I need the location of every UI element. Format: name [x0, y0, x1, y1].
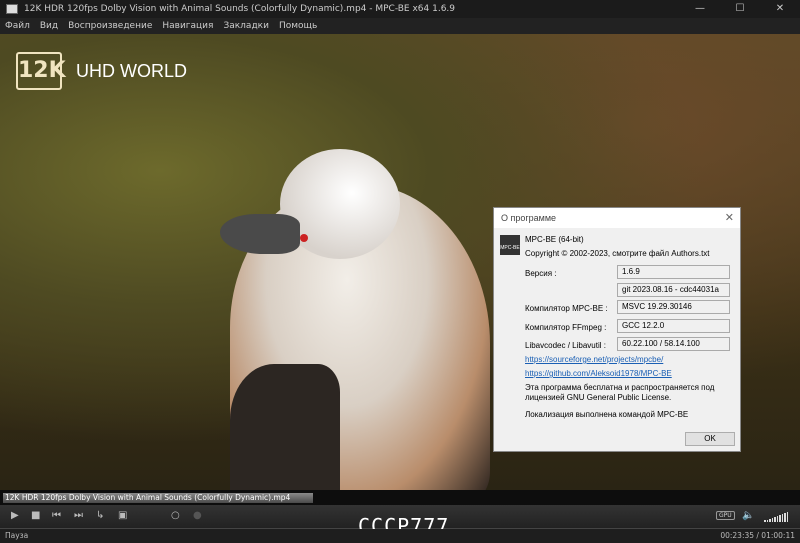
menu-file[interactable]: Файл [5, 21, 30, 31]
libav-field[interactable]: 60.22.100 / 58.14.100 [617, 337, 730, 351]
maximize-button[interactable]: ☐ [720, 0, 760, 18]
sourceforge-link[interactable]: https://sourceforge.net/projects/mpcbe/ [525, 355, 663, 364]
next-button[interactable]: ⏭ [74, 510, 83, 521]
license-line1: Эта программа бесплатна и распространяет… [525, 383, 715, 392]
menu-bar: Файл Вид Воспроизведение Навигация Закла… [0, 18, 800, 34]
logo-text: UHD WORLD [76, 60, 187, 81]
compiler-field[interactable]: MSVC 19.29.30146 [617, 300, 730, 314]
subtitle-icon[interactable]: ▣ [118, 510, 127, 521]
about-dialog: О программе ✕ MPC-BE MPC-BE (64-bit) Cop… [493, 207, 741, 452]
close-button[interactable]: ✕ [760, 0, 800, 18]
channel-logo: 12K UHD WORLD [16, 52, 187, 90]
libav-label: Libavcodec / Libavutil : [525, 341, 606, 350]
menu-help[interactable]: Помощь [279, 21, 317, 31]
localization: Локализация выполнена командой MPC-BE [525, 410, 689, 419]
status-bar: Пауза 00:23:35 / 01:00:11 [0, 529, 800, 543]
menu-view[interactable]: Вид [40, 21, 58, 31]
git-field[interactable]: git 2023.08.16 - cdc44031a [617, 283, 730, 297]
volume-slider[interactable] [764, 512, 788, 522]
time-display: 00:23:35 / 01:00:11 [720, 531, 795, 540]
title-bar: 12K HDR 120fps Dolby Vision with Animal … [0, 0, 800, 18]
version-field[interactable]: 1.6.9 [617, 265, 730, 279]
volume-icon[interactable]: 🔈 [742, 510, 754, 521]
menu-play[interactable]: Воспроизведение [68, 21, 152, 31]
video-bird-wing [230, 364, 340, 490]
ok-button[interactable]: OK [685, 432, 735, 446]
compiler-label: Компилятор MPC-BE : [525, 304, 608, 313]
license-line2: лицензией GNU General Public License. [525, 393, 672, 402]
ffmpeg-label: Компилятор FFmpeg : [525, 323, 607, 332]
minimize-button[interactable]: — [680, 0, 720, 18]
seek-filename: 12K HDR 120fps Dolby Vision with Animal … [5, 493, 291, 502]
dialog-title: О программе [501, 213, 557, 223]
dialog-close-button[interactable]: ✕ [725, 211, 734, 224]
play-button[interactable]: ▶ [11, 510, 19, 521]
seek-bar[interactable]: 12K HDR 120fps Dolby Vision with Animal … [0, 490, 800, 505]
playback-state: Пауза [5, 531, 29, 540]
github-link[interactable]: https://github.com/Aleksoid1978/MPC-BE [525, 369, 672, 378]
window-title: 12K HDR 120fps Dolby Vision with Animal … [24, 4, 456, 14]
mpc-be-icon: MPC-BE [500, 235, 520, 255]
app-icon [6, 4, 18, 14]
frame-step-icon[interactable]: ↳ [96, 510, 104, 521]
chat-icon[interactable]: ● [193, 510, 202, 521]
video-bird-beak [220, 214, 300, 254]
product-name: MPC-BE (64-bit) [525, 235, 584, 244]
video-bird-eye [300, 234, 308, 242]
previous-button[interactable]: ⏮ [52, 510, 61, 521]
ffmpeg-field[interactable]: GCC 12.2.0 [617, 319, 730, 333]
stop-button[interactable]: ■ [31, 510, 40, 521]
menu-bookmarks[interactable]: Закладки [223, 21, 269, 31]
logo-badge: 12K [16, 52, 66, 90]
menu-navigate[interactable]: Навигация [162, 21, 213, 31]
version-label: Версия : [525, 269, 557, 278]
copyright: Copyright © 2002-2023, смотрите файл Aut… [525, 249, 710, 258]
gpu-badge[interactable]: GPU [716, 511, 735, 520]
loop-icon[interactable]: ○ [171, 510, 180, 521]
